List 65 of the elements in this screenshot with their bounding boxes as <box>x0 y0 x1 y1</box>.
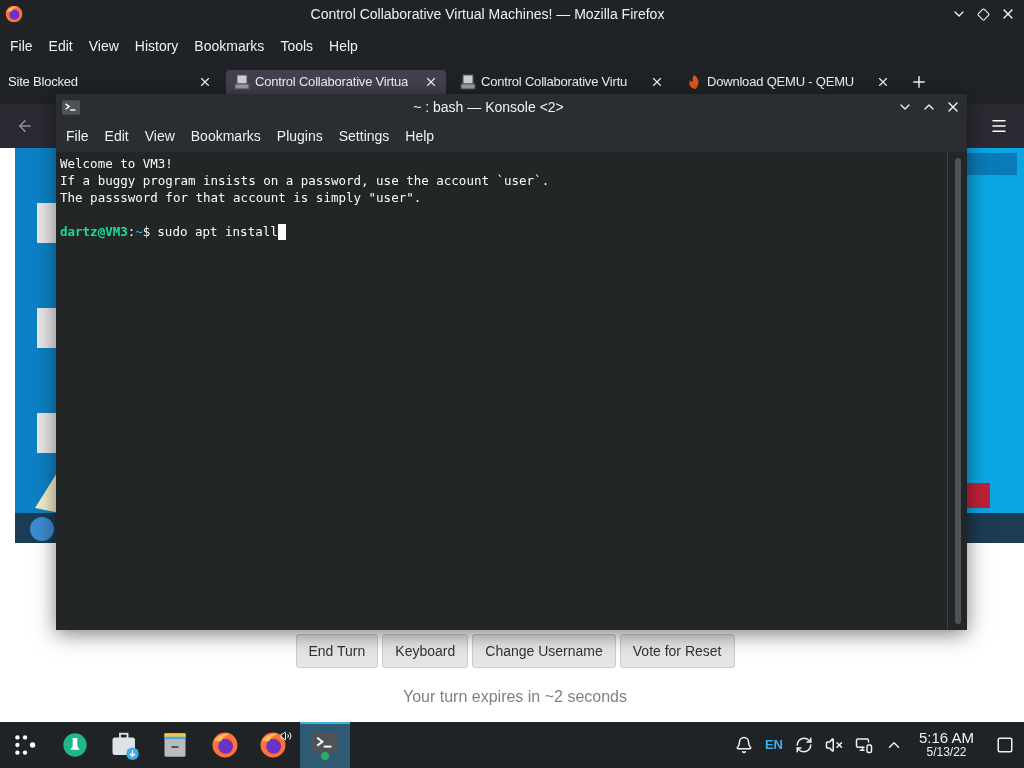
action-button[interactable]: Change Username <box>472 634 616 668</box>
keyboard-layout[interactable]: EN <box>764 735 783 755</box>
prompt-user: dartz@VM3 <box>60 223 128 240</box>
menu-item[interactable]: Plugins <box>268 125 331 147</box>
terminal-icon <box>312 732 338 754</box>
clock-date: 5/13/22 <box>926 745 967 760</box>
menu-item[interactable]: Edit <box>40 35 81 57</box>
firefox-icon <box>4 4 24 24</box>
menu-item[interactable]: Bookmarks <box>182 125 269 147</box>
action-button[interactable]: Vote for Reset <box>619 634 735 668</box>
menu-item[interactable]: View <box>136 125 183 147</box>
menu-icon[interactable] <box>990 117 1008 135</box>
browser-tab[interactable]: Site Blocked <box>0 70 220 94</box>
clock-time: 5:16 AM <box>918 730 974 745</box>
computer-icon <box>460 74 476 90</box>
prompt-symbol: $ <box>142 223 151 240</box>
menu-item[interactable]: Help <box>321 35 366 57</box>
close-icon[interactable] <box>876 75 890 89</box>
computer-icon <box>234 74 250 90</box>
muted-speaker-icon[interactable] <box>824 736 843 754</box>
terminal-line: If a buggy program insists on a password, use the account `user`. <box>60 172 550 189</box>
briefcase-icon <box>110 730 140 760</box>
clock[interactable]: 5:16 AM 5/13/22 <box>914 730 978 760</box>
terminal-icon <box>62 99 80 115</box>
prompt-separator: : <box>127 223 136 240</box>
terminal-line: The passsword for that account is simply "user". <box>60 189 422 206</box>
tab-label: Site Blocked <box>8 73 79 92</box>
window-title: ~ : bash — Konsole <2> <box>412 97 565 117</box>
menu-item[interactable]: File <box>58 125 97 147</box>
network-icon[interactable] <box>854 736 873 754</box>
browser-tab[interactable]: Control Collaborative Virtua <box>226 70 446 94</box>
notification-icon[interactable] <box>734 736 753 754</box>
close-icon[interactable] <box>424 75 438 89</box>
prompt-path: ~ <box>135 223 143 240</box>
tab-label: Control Collaborative Virtua <box>255 73 410 92</box>
terminal-command: sudo apt install <box>157 223 278 240</box>
menu-item[interactable]: Bookmarks <box>186 35 273 57</box>
browser-tab[interactable]: Control Collaborative Virtu <box>452 70 672 94</box>
tab-label: Download QEMU - QEMU <box>707 73 855 92</box>
action-button[interactable]: End Turn <box>295 634 379 668</box>
sync-icon[interactable] <box>794 736 813 754</box>
speaker-icon <box>280 730 292 742</box>
firefox-icon <box>210 730 240 760</box>
back-icon[interactable] <box>16 117 34 135</box>
menu-item[interactable]: File <box>2 35 41 57</box>
new-tab-icon[interactable] <box>910 73 928 91</box>
menu-item[interactable]: Settings <box>330 125 398 147</box>
menu-item[interactable]: Edit <box>96 125 137 147</box>
turn-notice: Your turn expires in ~2 seconds <box>403 687 627 707</box>
terminal-line: Welcome to VM3! <box>60 155 173 172</box>
menu-item[interactable]: Help <box>397 125 443 147</box>
menu-item[interactable]: View <box>80 35 127 57</box>
text-cursor <box>277 223 286 240</box>
maximize-icon[interactable] <box>977 7 990 21</box>
menu-item[interactable]: Tools <box>272 35 322 57</box>
browser-tab[interactable]: Download QEMU - QEMU <box>678 70 898 94</box>
close-icon[interactable] <box>650 75 664 89</box>
menu-item[interactable]: History <box>126 35 187 57</box>
show-desktop-icon[interactable] <box>996 736 1014 754</box>
firefox-icon <box>258 730 288 760</box>
tab-label: Control Collaborative Virtu <box>481 73 629 92</box>
window-title: Control Collaborative Virtual Machines! — Mozilla Firefox <box>309 4 666 24</box>
close-icon[interactable] <box>198 75 212 89</box>
action-button[interactable]: Keyboard <box>382 634 469 668</box>
launcher-icon <box>12 732 38 758</box>
